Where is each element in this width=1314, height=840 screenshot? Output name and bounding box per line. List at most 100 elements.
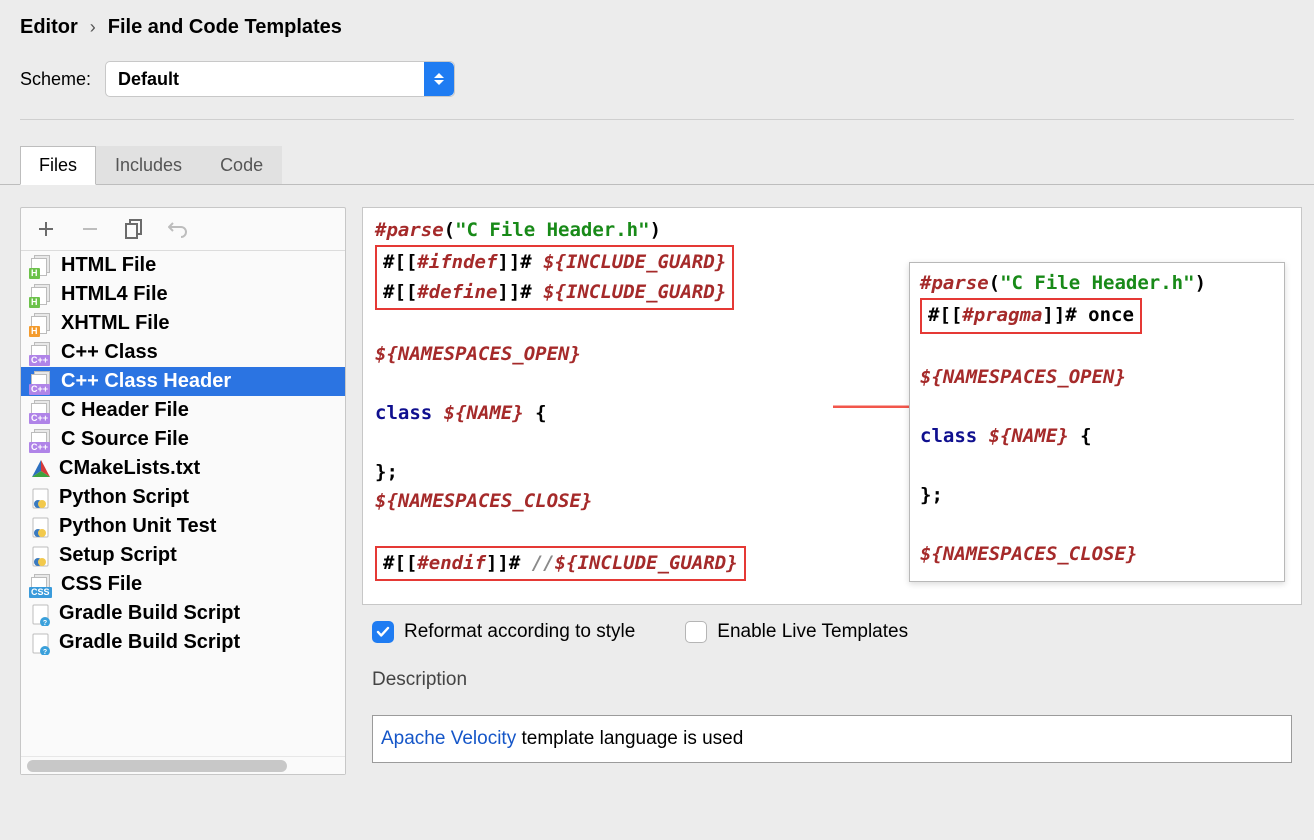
highlight-box: #[[#endif]]# //${INCLUDE_GUARD} xyxy=(375,546,746,581)
tab-files[interactable]: Files xyxy=(20,146,96,185)
template-editor-column: #parse("C File Header.h") #[[#ifndef]]# … xyxy=(362,207,1302,763)
content: HHTML File HHTML4 File HXHTML File C++C+… xyxy=(0,185,1314,787)
file-item[interactable]: Setup Script xyxy=(21,541,345,570)
file-item[interactable]: Python Unit Test xyxy=(21,512,345,541)
description-label: Description xyxy=(362,669,1302,691)
scheme-value: Default xyxy=(118,69,179,90)
gradle-file-icon: ? xyxy=(31,604,51,624)
code-token: class xyxy=(920,425,989,447)
file-item-label: C Header File xyxy=(61,399,189,422)
settings-header: Editor › File and Code Templates Scheme:… xyxy=(0,0,1314,132)
file-item[interactable]: HXHTML File xyxy=(21,309,345,338)
file-item[interactable]: C++ C++ Class xyxy=(21,338,345,367)
tab-includes[interactable]: Includes xyxy=(96,146,201,184)
file-item[interactable]: C++C Source File xyxy=(21,425,345,454)
file-item-label: Python Script xyxy=(59,486,189,509)
file-item[interactable]: CSSCSS File xyxy=(21,570,345,599)
file-item[interactable]: CMakeLists.txt xyxy=(21,454,345,483)
code-token: ]]# xyxy=(497,251,543,273)
svg-text:?: ? xyxy=(43,649,47,655)
add-icon[interactable] xyxy=(35,218,57,240)
code-token: ]]# once xyxy=(1042,304,1134,326)
file-item-label: Gradle Build Script xyxy=(59,631,240,654)
file-toolbar xyxy=(21,208,345,251)
code-token: ${INCLUDE_GUARD} xyxy=(555,552,738,574)
file-item-label: HTML4 File xyxy=(61,283,168,306)
code-token: #define xyxy=(417,281,497,303)
code-token: }; xyxy=(375,461,398,483)
chevron-updown-icon xyxy=(424,62,454,96)
code-token: ( xyxy=(989,272,1000,294)
code-token: ) xyxy=(650,219,661,241)
description-box: Apache Velocity template language is use… xyxy=(372,715,1292,763)
options-row: Reformat according to style Enable Live … xyxy=(362,619,1302,643)
template-editor[interactable]: #parse("C File Header.h") #[[#ifndef]]# … xyxy=(362,207,1302,605)
apache-velocity-link[interactable]: Apache Velocity xyxy=(381,728,516,749)
code-token: ( xyxy=(444,219,455,241)
file-item[interactable]: H HTML4 File xyxy=(21,280,345,309)
file-item-label: C++ Class xyxy=(61,341,158,364)
highlight-box: #[[#pragma]]# once xyxy=(920,298,1142,333)
horizontal-scrollbar[interactable] xyxy=(21,756,345,774)
code-token: #endif xyxy=(417,552,486,574)
code-token: #[[ xyxy=(383,251,417,273)
code-token: ${INCLUDE_GUARD} xyxy=(543,281,726,303)
code-token: ${NAMESPACES_CLOSE} xyxy=(375,490,592,512)
file-item[interactable]: ? Gradle Build Script xyxy=(21,628,345,657)
code-token: ${NAME} xyxy=(444,402,524,424)
highlight-box: #[[#ifndef]]# ${INCLUDE_GUARD} #[[#defin… xyxy=(375,245,734,310)
live-templates-checkbox[interactable]: Enable Live Templates xyxy=(685,621,908,643)
file-stack-icon: C++ xyxy=(31,400,53,422)
python-file-icon xyxy=(31,546,51,566)
code-token: ]]# xyxy=(486,552,532,574)
code-token: class xyxy=(375,402,444,424)
file-list-panel: HHTML File HHTML4 File HXHTML File C++C+… xyxy=(20,207,346,775)
divider xyxy=(20,119,1294,120)
reformat-checkbox[interactable]: Reformat according to style xyxy=(372,621,635,643)
code-token: ${NAMESPACES_CLOSE} xyxy=(920,543,1137,565)
svg-text:?: ? xyxy=(43,620,47,626)
code-token: #[[ xyxy=(383,281,417,303)
scheme-select[interactable]: Default xyxy=(105,61,455,97)
checkbox-label: Reformat according to style xyxy=(404,621,635,643)
checkbox-checked-icon xyxy=(372,621,394,643)
file-stack-icon: C++ xyxy=(31,342,53,364)
python-file-icon xyxy=(31,517,51,537)
gradle-file-icon: ? xyxy=(31,633,51,653)
breadcrumb-parent[interactable]: Editor xyxy=(20,16,78,39)
scheme-label: Scheme: xyxy=(20,69,91,90)
tab-code[interactable]: Code xyxy=(201,146,282,184)
remove-icon xyxy=(79,218,101,240)
description-text: template language is used xyxy=(516,728,743,749)
code-token: ) xyxy=(1195,272,1206,294)
tabs: Files Includes Code xyxy=(0,146,1314,185)
file-item-label: CMakeLists.txt xyxy=(59,457,200,480)
file-item-label: HTML File xyxy=(61,254,156,277)
template-result-overlay: #parse("C File Header.h") #[[#pragma]]# … xyxy=(909,262,1285,582)
file-item[interactable]: HHTML File xyxy=(21,251,345,280)
code-token: #parse xyxy=(375,219,444,241)
file-item-label: C Source File xyxy=(61,428,189,451)
file-list[interactable]: HHTML File HHTML4 File HXHTML File C++C+… xyxy=(21,251,345,756)
chevron-right-icon: › xyxy=(90,17,96,38)
code-token: #[[ xyxy=(928,304,962,326)
code-token: ${NAMESPACES_OPEN} xyxy=(920,366,1126,388)
file-item[interactable]: C++ C Header File xyxy=(21,396,345,425)
file-item-label: C++ Class Header xyxy=(61,370,231,393)
code-token: { xyxy=(1069,425,1092,447)
file-item[interactable]: ? Gradle Build Script xyxy=(21,599,345,628)
code-token: #pragma xyxy=(962,304,1042,326)
copy-icon[interactable] xyxy=(123,218,145,240)
file-item-label: Gradle Build Script xyxy=(59,602,240,625)
code-token: ${NAMESPACES_OPEN} xyxy=(375,343,581,365)
file-item[interactable]: C++C++ Class Header xyxy=(21,367,345,396)
file-stack-icon: H xyxy=(31,284,53,306)
file-item-label: XHTML File xyxy=(61,312,170,335)
scrollbar-thumb[interactable] xyxy=(27,760,287,772)
code-token: "C File Header.h" xyxy=(1000,272,1194,294)
file-item-label: Python Unit Test xyxy=(59,515,216,538)
breadcrumb: Editor › File and Code Templates xyxy=(20,16,1294,39)
code-token: #ifndef xyxy=(417,251,497,273)
python-file-icon xyxy=(31,488,51,508)
file-item[interactable]: Python Script xyxy=(21,483,345,512)
